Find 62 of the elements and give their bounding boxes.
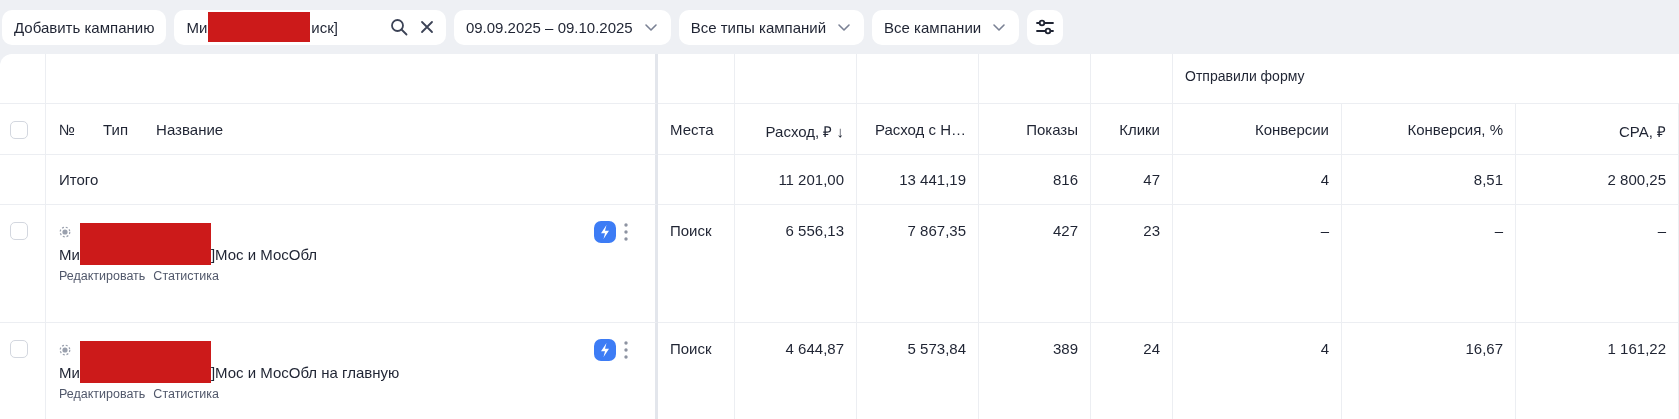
table-cell: 5 573,84	[907, 340, 966, 357]
table-cell: 816	[1052, 171, 1078, 188]
table-cell: 1 161,22	[1607, 340, 1666, 357]
column-header: Расход с Н…	[874, 121, 966, 138]
checkbox[interactable]	[10, 340, 28, 358]
column-header: Конверсии	[1254, 121, 1329, 138]
campaign-name[interactable]: Ми ]Мос и МосОбл	[59, 223, 318, 265]
filter-settings-button[interactable]	[1027, 9, 1064, 45]
table-cell: 8,51	[1473, 171, 1503, 188]
campaign-name[interactable]: Ми ]Мос и МосОбл на главную	[59, 341, 400, 383]
more-options-icon[interactable]	[624, 223, 628, 241]
table-cell: 389	[1052, 340, 1078, 357]
column-header: Тип	[103, 121, 129, 138]
column-header: Клики	[1119, 121, 1160, 138]
action-link[interactable]: Статистика	[153, 269, 219, 283]
table-cell: 2 800,25	[1607, 171, 1666, 188]
search-text: Ми	[186, 18, 208, 36]
add-campaign-button[interactable]: Добавить кампанию	[2, 9, 167, 45]
column-header: Показы	[1026, 121, 1078, 138]
table-cell: 4 644,87	[785, 340, 844, 357]
action-link[interactable]: Статистика	[153, 387, 219, 401]
checkbox[interactable]	[10, 121, 28, 139]
column-header: Места	[670, 121, 714, 138]
column-header: Название	[156, 121, 224, 138]
column-group-header: Отправили форму	[1185, 68, 1305, 84]
table-cell: –	[1657, 222, 1666, 239]
table-cell: 23	[1143, 222, 1160, 239]
date-range-dropdown[interactable]: 09.09.2025 – 09.10.2025	[453, 9, 671, 45]
target-icon	[59, 344, 71, 356]
table-cell: –	[1494, 222, 1503, 239]
table-cell: 11 201,00	[778, 171, 844, 188]
column-header: Расход, ₽ ↓	[765, 123, 844, 140]
table-cell: 16,67	[1465, 340, 1503, 357]
search-icon[interactable]	[389, 18, 408, 36]
total-label: Итого	[59, 171, 99, 188]
campaign-dropdown[interactable]: Все кампании	[872, 9, 1020, 45]
column-header: CPA, ₽	[1618, 123, 1666, 140]
table-cell: Поиск	[670, 222, 712, 239]
table-cell: –	[1320, 222, 1329, 239]
table-cell: 7 867,35	[907, 222, 966, 239]
more-options-icon[interactable]	[624, 341, 628, 359]
lightning-icon[interactable]	[594, 339, 616, 361]
action-link[interactable]: Редактировать	[59, 387, 146, 401]
table-cell: 24	[1143, 340, 1160, 357]
checkbox[interactable]	[10, 222, 28, 240]
campaign-type-dropdown[interactable]: Все типы кампаний	[678, 9, 865, 45]
close-icon[interactable]	[419, 20, 434, 34]
table-cell: 6 556,13	[785, 222, 844, 239]
table-cell: 13 441,19	[899, 171, 966, 188]
lightning-icon[interactable]	[594, 221, 616, 243]
target-icon	[59, 226, 71, 238]
column-header: №	[59, 121, 76, 138]
column-header: Конверсия, %	[1407, 121, 1503, 138]
search-field[interactable]: Ми иск]	[174, 9, 446, 45]
action-link[interactable]: Редактировать	[59, 269, 146, 283]
table-cell: 47	[1143, 171, 1160, 188]
sliders-icon	[1035, 17, 1056, 37]
table-cell: Поиск	[670, 340, 712, 357]
table-cell: 4	[1320, 171, 1329, 188]
table-cell: 4	[1320, 340, 1329, 357]
search-text: иск]	[311, 18, 338, 36]
table-cell: 427	[1052, 222, 1078, 239]
